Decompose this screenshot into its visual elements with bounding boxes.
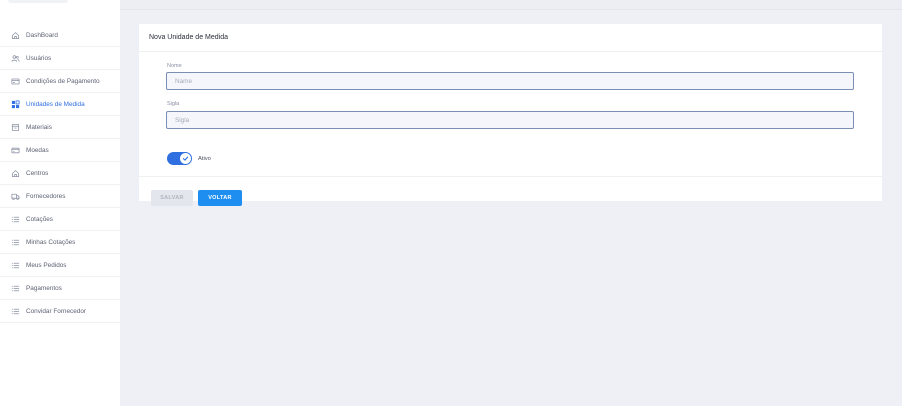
sidebar-item-label: Minhas Cotações <box>26 238 76 246</box>
sidebar-item-convidar-fornecedor[interactable]: Convidar Fornecedor <box>0 300 120 323</box>
sidebar-item-moedas[interactable]: Moedas <box>0 139 120 162</box>
divider <box>139 176 882 177</box>
nome-input[interactable] <box>166 72 854 90</box>
sidebar-item-centros[interactable]: Centros <box>0 162 120 185</box>
sidebar-item-label: Centros <box>26 169 49 177</box>
main-content: Nova Unidade de Medida Nome Sigla Ativo … <box>120 10 902 406</box>
sidebar: DashBoard Usuários Condições de Pagamento U… <box>0 24 120 411</box>
sidebar-item-label: Meus Pedidos <box>26 261 67 269</box>
ativo-label: Ativo <box>198 155 211 162</box>
top-bar <box>0 0 902 10</box>
nome-label: Nome <box>167 63 182 69</box>
sidebar-item-condicoes-de-pagamento[interactable]: Condições de Pagamento <box>0 70 120 93</box>
list-icon <box>10 260 20 270</box>
ruler-icon <box>10 99 20 109</box>
ativo-toggle-group: Ativo <box>167 152 211 165</box>
logo <box>8 0 68 3</box>
form-card: Nova Unidade de Medida Nome Sigla Ativo … <box>139 24 882 206</box>
sidebar-item-label: Materiais <box>26 123 52 131</box>
sidebar-item-label: Convidar Fornecedor <box>26 307 87 315</box>
home-icon <box>10 168 20 178</box>
users-icon <box>10 53 20 63</box>
save-button[interactable]: SALVAR <box>151 190 193 206</box>
sidebar-item-cotacoes[interactable]: Cotações <box>0 208 120 231</box>
check-icon <box>180 153 191 164</box>
sidebar-item-label: Moedas <box>26 146 49 154</box>
card-icon <box>10 76 20 86</box>
ativo-toggle[interactable] <box>167 152 192 165</box>
sidebar-item-pagamentos[interactable]: Pagamentos <box>0 277 120 300</box>
sidebar-item-unidades-de-medida[interactable]: Unidades de Medida <box>0 93 120 116</box>
sidebar-item-label: Usuários <box>26 54 52 62</box>
sidebar-item-dashboard[interactable]: DashBoard <box>0 24 120 47</box>
truck-icon <box>10 191 20 201</box>
sidebar-item-label: Cotações <box>26 215 53 223</box>
box-icon <box>10 122 20 132</box>
sidebar-item-label: DashBoard <box>26 31 58 39</box>
divider <box>139 51 882 52</box>
sidebar-item-fornecedores[interactable]: Fornecedores <box>0 185 120 208</box>
header-bar <box>120 0 902 10</box>
sidebar-item-minhas-cotacoes[interactable]: Minhas Cotações <box>0 231 120 254</box>
list-icon <box>10 237 20 247</box>
sidebar-item-usuarios[interactable]: Usuários <box>0 47 120 70</box>
sidebar-item-label: Fornecedores <box>26 192 66 200</box>
sidebar-item-label: Unidades de Medida <box>26 100 85 108</box>
sidebar-item-label: Condições de Pagamento <box>26 77 100 85</box>
page-title: Nova Unidade de Medida <box>149 34 228 41</box>
sidebar-item-materiais[interactable]: Materiais <box>0 116 120 139</box>
list-icon <box>10 283 20 293</box>
list-icon <box>10 214 20 224</box>
list-icon <box>10 306 20 316</box>
sidebar-item-meus-pedidos[interactable]: Meus Pedidos <box>0 254 120 277</box>
money-icon <box>10 145 20 155</box>
home-icon <box>10 30 20 40</box>
sidebar-item-label: Pagamentos <box>26 284 62 292</box>
sigla-input[interactable] <box>166 111 854 129</box>
sigla-label: Sigla <box>167 101 180 107</box>
back-button[interactable]: VOLTAR <box>198 190 242 206</box>
